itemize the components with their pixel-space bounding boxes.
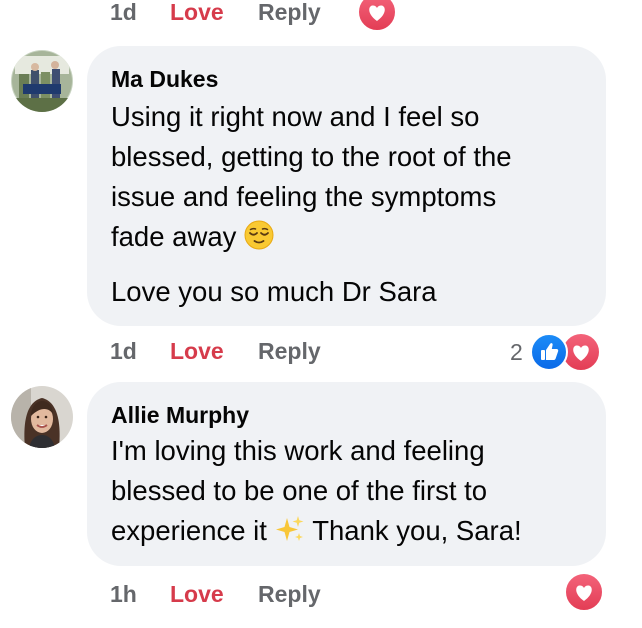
reply-button[interactable]: Reply (258, 336, 321, 366)
reaction-count[interactable]: 2 (510, 337, 523, 367)
relieved-face-icon (244, 220, 274, 261)
reply-button[interactable]: Reply (258, 579, 321, 609)
love-reaction-button[interactable]: Love (170, 0, 224, 27)
comment-text-line: experience it Thank you, Sara! (111, 511, 591, 555)
comment-text: Using it right now and I feel so blessed… (111, 97, 591, 261)
heart-icon[interactable] (564, 572, 604, 612)
comment-text-line: blessed to be one of the first to (111, 475, 488, 506)
comment-timestamp: 1d (110, 0, 137, 25)
comment-text-line: blessed, getting to the root of the (111, 141, 512, 172)
comment-actions: 1h Love Reply (0, 579, 642, 609)
comment-bubble: Allie Murphy I'm loving this work and fe… (87, 382, 606, 566)
comment-text: I'm loving this work and feeling blessed… (111, 431, 591, 555)
like-icon[interactable] (530, 333, 568, 371)
comment-text-line: issue and feeling the symptoms (111, 181, 497, 212)
comment-text-line-part: experience it (111, 515, 267, 546)
love-reaction-button[interactable]: Love (170, 579, 224, 609)
comment-text-line: Using it right now and I feel so (111, 101, 480, 132)
sparkles-icon (275, 514, 305, 555)
comment-text-line-part: Thank you, Sara! (312, 515, 522, 546)
reply-button[interactable]: Reply (258, 0, 321, 27)
heart-icon[interactable] (357, 0, 397, 32)
comment-author[interactable]: Ma Dukes (111, 66, 218, 93)
love-reaction-button[interactable]: Love (170, 336, 224, 366)
comment-text-line-part: fade away (111, 221, 237, 252)
comment-timestamp: 1d (110, 338, 137, 364)
comment-bubble: Ma Dukes Using it right now and I feel s… (87, 46, 606, 326)
comment-text-line: I'm loving this work and feeling (111, 435, 485, 466)
comment-text-paragraph: Love you so much Dr Sara (111, 276, 437, 307)
comment-author[interactable]: Allie Murphy (111, 402, 249, 429)
avatar[interactable] (11, 386, 73, 448)
avatar[interactable] (11, 50, 73, 112)
top-comment-actions: 1d Love Reply (0, 0, 642, 27)
comment-timestamp: 1h (110, 581, 137, 607)
comment-text-line: fade away (111, 217, 591, 261)
